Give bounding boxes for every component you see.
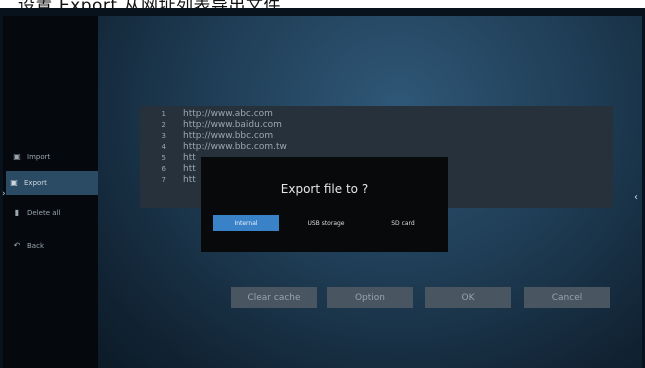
list-item[interactable]: 2 http://www.baidu.com (140, 119, 282, 130)
sidebar-item-import[interactable]: ▣ Import (9, 149, 95, 165)
export-icon: ▣ (10, 178, 18, 187)
list-item[interactable]: 1 http://www.abc.com (140, 108, 273, 119)
row-number: 3 (161, 131, 166, 140)
screen: 设置 Export 从网址列表导出文件 ▣ Import ▣ Export ▮ … (0, 0, 645, 368)
option-internal[interactable]: Internal (213, 215, 279, 231)
row-number: 6 (161, 164, 166, 173)
sidebar-item-export[interactable]: ▣ Export (6, 171, 101, 195)
row-number: 2 (161, 120, 166, 129)
tv-screen: ▣ Import ▣ Export ▮ Delete all ↶ Back › … (0, 8, 645, 368)
back-arrow-icon: ↶ (13, 241, 21, 250)
row-number: 7 (161, 175, 166, 184)
row-url: http://www.bbc.com.tw (183, 141, 287, 152)
sidebar-item-label: Back (27, 242, 44, 250)
clear-cache-button[interactable]: Clear cache (231, 287, 317, 308)
option-button[interactable]: Option (327, 287, 413, 308)
sidebar-item-label: Import (27, 153, 51, 161)
row-url: htt (183, 163, 196, 174)
sidebar-item-back[interactable]: ↶ Back (9, 238, 95, 254)
list-item[interactable]: 7 htt (140, 174, 196, 185)
row-url: http://www.abc.com (183, 108, 273, 119)
row-url: http://www.baidu.com (183, 119, 282, 130)
list-item[interactable]: 4 http://www.bbc.com.tw (140, 141, 287, 152)
sidebar: ▣ Import ▣ Export ▮ Delete all ↶ Back (3, 16, 101, 368)
sidebar-item-label: Delete all (27, 209, 61, 217)
chevron-right-icon[interactable]: › (2, 189, 6, 199)
chevron-left-icon[interactable]: ‹ (634, 192, 638, 203)
sidebar-item-delete-all[interactable]: ▮ Delete all (9, 205, 95, 221)
option-sd-card[interactable]: SD card (370, 215, 436, 231)
option-usb-storage[interactable]: USB storage (293, 215, 359, 231)
row-number: 1 (161, 109, 166, 118)
row-url: http://www.bbc.com (183, 130, 274, 141)
row-number: 4 (161, 142, 166, 151)
dialog-title: Export file to ? (280, 182, 369, 196)
ok-button[interactable]: OK (425, 287, 511, 308)
row-url: htt (183, 174, 196, 185)
export-dialog: Export file to ? Internal USB storage SD… (201, 157, 448, 252)
cancel-button[interactable]: Cancel (524, 287, 610, 308)
row-url: htt (183, 152, 196, 163)
import-icon: ▣ (13, 152, 21, 161)
trash-icon: ▮ (14, 208, 20, 217)
row-number: 5 (161, 153, 166, 162)
sidebar-item-label: Export (24, 179, 47, 187)
list-item[interactable]: 6 htt (140, 163, 196, 174)
list-item[interactable]: 3 http://www.bbc.com (140, 130, 274, 141)
list-item[interactable]: 5 htt (140, 152, 196, 163)
